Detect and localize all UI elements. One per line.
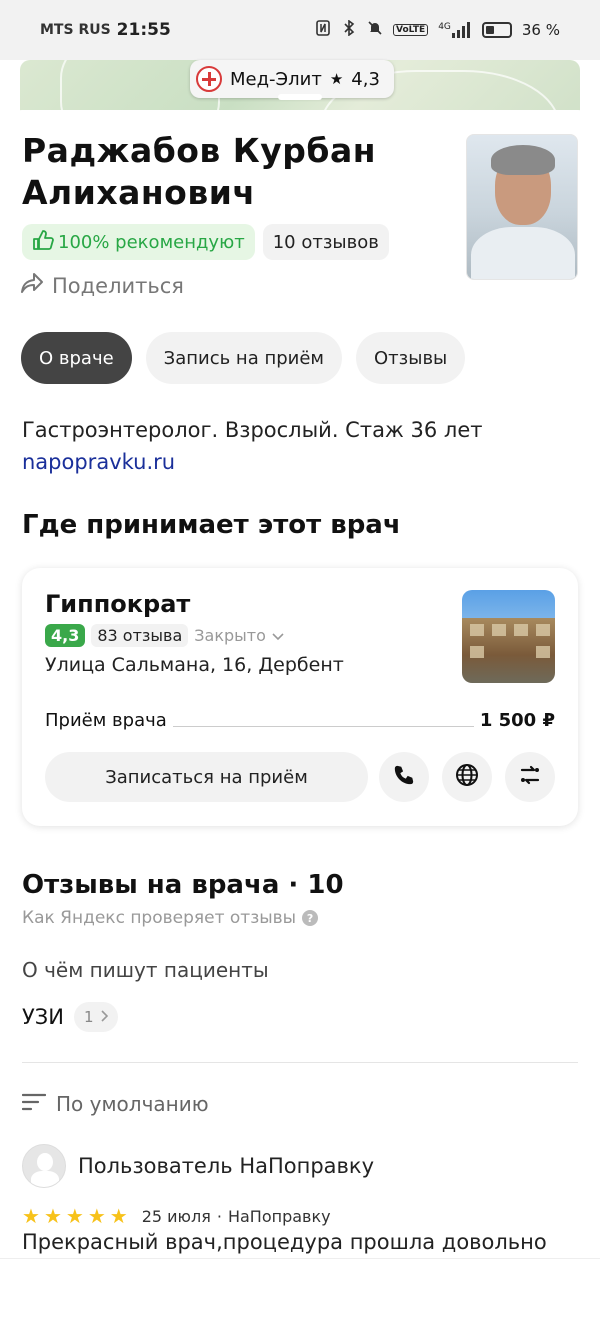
reviews-title: Отзывы на врача · 10: [22, 870, 344, 900]
review-check-label: Как Яндекс проверяет отзывы: [22, 908, 297, 928]
topic-chip[interactable]: УЗИ 1: [22, 1002, 118, 1032]
photo-window: [492, 624, 506, 636]
tab-bar: О враче Запись на приём Отзывы: [21, 332, 466, 384]
signal-icon: 4G: [438, 22, 472, 38]
clinic-address: Улица Сальмана, 16, Дербент: [45, 654, 344, 676]
review-author[interactable]: Пользователь НаПоправку: [78, 1154, 374, 1178]
service-label: Приём врача: [45, 710, 167, 731]
bottom-bar: [0, 1258, 600, 1326]
mute-bell-icon: [367, 20, 383, 40]
tab-about[interactable]: О враче: [21, 332, 132, 384]
topic-count-value: 1: [83, 1008, 94, 1026]
clinic-logo-icon: [196, 66, 222, 92]
avatar-head: [37, 1153, 53, 1171]
map-clinic-rating: 4,3: [351, 68, 380, 90]
where-title: Где принимает этот врач: [22, 510, 401, 540]
doctor-photo[interactable]: [466, 134, 578, 280]
clinic-rating: 4,3: [45, 624, 86, 647]
network-type-label: 4G: [438, 22, 451, 32]
tab-booking[interactable]: Запись на приём: [145, 332, 343, 384]
clock: 21:55: [116, 20, 171, 40]
status-bar: MTS RUS 21:55 VoLTE 4G 36 %: [0, 0, 600, 60]
carrier-label: MTS RUS: [40, 22, 111, 38]
review-date: 25 июля: [141, 1206, 211, 1226]
star-icon: ★: [87, 1204, 106, 1228]
divider: [22, 1062, 578, 1063]
photo-window: [470, 646, 484, 658]
avatar: [22, 1144, 66, 1188]
share-icon: [20, 272, 44, 299]
chevron-right-icon: [100, 1008, 108, 1026]
drag-handle[interactable]: [278, 94, 322, 100]
star-icon: ★: [65, 1204, 84, 1228]
route-button[interactable]: [505, 752, 555, 802]
clinic-meta: 4,3 83 отзыва Закрыто: [45, 624, 284, 647]
clinic-card[interactable]: Гиппократ 4,3 83 отзыва Закрыто Улица Са…: [22, 568, 578, 826]
clinic-status[interactable]: Закрыто: [194, 626, 266, 645]
photo-window: [536, 646, 550, 658]
doctor-sheet: Раджабов Курбан Алиханович 100% рекоменд…: [0, 94, 600, 1326]
photo-window: [536, 624, 550, 636]
status-right: VoLTE 4G 36 %: [315, 20, 560, 40]
photo-window: [470, 624, 484, 636]
recommend-label: 100% рекомендуют: [58, 231, 245, 253]
reviews-count-badge[interactable]: 10 отзывов: [262, 224, 389, 260]
doctor-name: Раджабов Курбан Алиханович: [22, 131, 377, 212]
photo-hair: [491, 145, 555, 175]
tab-reviews[interactable]: Отзывы: [356, 332, 466, 384]
thumbs-up-icon: [32, 229, 54, 256]
share-button[interactable]: Поделиться: [20, 272, 184, 299]
price-row: Приём врача 1 500 ₽: [45, 710, 555, 731]
chevron-down-icon: [272, 626, 284, 645]
star-icon: ★: [329, 70, 344, 88]
topics-title: О чём пишут пациенты: [22, 958, 269, 982]
sort-icon: [21, 1092, 47, 1116]
sort-button[interactable]: По умолчанию: [21, 1092, 209, 1116]
sort-label: По умолчанию: [56, 1092, 209, 1116]
photo-body: [471, 227, 575, 279]
service-price: 1 500 ₽: [479, 710, 555, 731]
battery-fill: [485, 26, 494, 34]
share-label: Поделиться: [52, 273, 184, 298]
review-check-link[interactable]: Как Яндекс проверяет отзывы ?: [22, 908, 319, 928]
topic-label: УЗИ: [22, 1005, 64, 1029]
doctor-specialty: Гастроэнтеролог. Взрослый. Стаж 36 лет: [22, 418, 483, 442]
review-meta: ★ ★ ★ ★ ★ 25 июля · НаПоправку: [22, 1204, 331, 1228]
clinic-reviews[interactable]: 83 отзыва: [91, 624, 189, 647]
review-text: Прекрасный врач,процедура прошла довольн…: [22, 1230, 547, 1254]
rating-stars: ★ ★ ★ ★ ★: [22, 1204, 128, 1228]
status-left: MTS RUS 21:55: [40, 20, 171, 40]
volte-icon: VoLTE: [392, 24, 429, 36]
globe-icon: [455, 763, 479, 791]
bluetooth-icon: [341, 20, 357, 40]
review-source: НаПоправку: [227, 1206, 331, 1226]
clinic-name: Гиппократ: [45, 590, 191, 618]
doctor-badges: 100% рекомендуют 10 отзывов: [22, 224, 389, 260]
source-link[interactable]: napopravku.ru: [22, 450, 175, 474]
route-icon: [518, 763, 542, 791]
star-icon: ★: [22, 1204, 40, 1228]
avatar-body: [31, 1171, 59, 1187]
phone-icon: [393, 764, 415, 790]
nfc-icon: [315, 20, 331, 40]
question-icon: ?: [302, 910, 319, 926]
separator-dot: ·: [216, 1206, 222, 1226]
website-button[interactable]: [442, 752, 492, 802]
book-appointment-button[interactable]: Записаться на приём: [45, 752, 368, 802]
star-icon: ★: [109, 1204, 128, 1228]
clinic-photo[interactable]: [462, 590, 555, 683]
battery-label: 36 %: [521, 21, 560, 39]
map-clinic-name: Мед-Элит: [230, 68, 322, 90]
photo-window: [514, 624, 528, 636]
star-icon: ★: [43, 1204, 62, 1228]
battery-icon: [481, 22, 512, 38]
call-button[interactable]: [379, 752, 429, 802]
recommend-badge: 100% рекомендуют: [22, 224, 255, 260]
price-leader: [172, 726, 474, 727]
topic-count: 1: [73, 1002, 118, 1032]
map-clinic-chip[interactable]: Мед-Элит ★ 4,3: [190, 60, 394, 98]
